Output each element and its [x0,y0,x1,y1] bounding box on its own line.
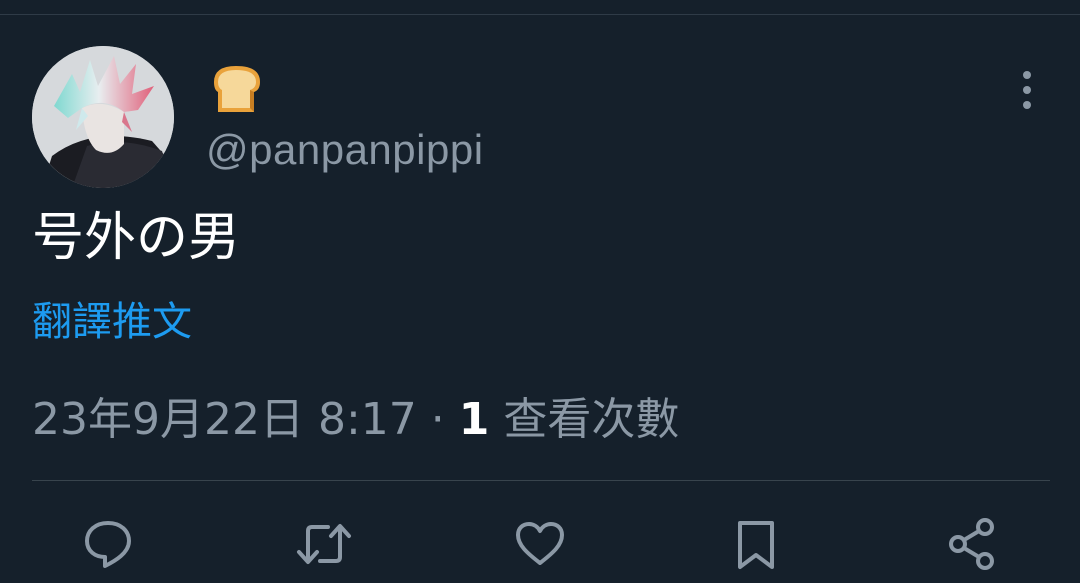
more-options-icon[interactable] [1008,66,1046,114]
user-handle[interactable]: @panpanpippi [206,124,484,176]
meta-separator: · [430,394,445,445]
speech-bubble-icon [85,521,131,568]
retweet-button[interactable] [294,514,354,574]
bookmark-icon [738,521,774,569]
tweet-text: 号外の男 [32,208,241,268]
top-divider [0,14,1080,15]
retweet-arrows-icon [297,524,351,564]
reply-button[interactable] [78,514,138,574]
avatar[interactable] [32,46,174,188]
translate-tweet-link[interactable]: 翻譯推文 [32,296,192,348]
views-count[interactable]: 1 [459,394,490,445]
share-nodes-icon [949,518,994,570]
like-button[interactable] [510,514,570,574]
actions-divider [32,480,1050,481]
tweet-meta: 23年9月22日 8:17 · 1 查看次數 [32,392,679,448]
share-button[interactable] [942,514,1002,574]
display-name[interactable] [206,60,266,120]
bookmark-button[interactable] [726,514,786,574]
heart-icon [516,522,564,565]
tweet-timestamp[interactable]: 23年9月22日 8:17 [32,394,417,445]
views-label[interactable]: 查看次數 [503,394,679,445]
bread-emoji-icon [214,66,260,112]
